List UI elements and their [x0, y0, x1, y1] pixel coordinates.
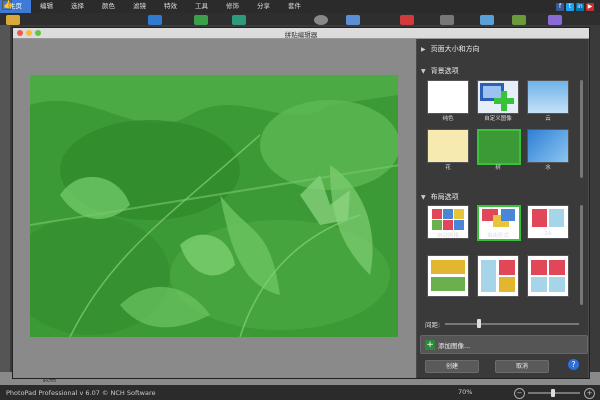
layout-preview	[431, 260, 465, 291]
zoom-out-button[interactable]: −	[514, 388, 525, 399]
bg-option-label: 水	[545, 165, 551, 171]
section-layout-label: 布局选项	[430, 193, 459, 201]
dialog-titlebar: 拼贴编辑器	[13, 28, 589, 39]
tab-share[interactable]: 分享	[248, 0, 279, 13]
tab-suite[interactable]: 套件	[279, 0, 310, 13]
crop-icon[interactable]	[148, 15, 162, 25]
section-background[interactable]: ▼ 背景选项	[421, 66, 459, 76]
layout-thumb-6	[527, 255, 569, 297]
collage-canvas-area	[13, 39, 416, 378]
tab-retouch[interactable]: 修饰	[217, 0, 248, 13]
tab-select[interactable]: 选择	[62, 0, 93, 13]
section-page-size-label: 页面大小和方向	[430, 45, 480, 53]
bg-option-label: 花	[445, 165, 451, 171]
layout-thumb-5	[477, 255, 519, 297]
main-toolbar	[0, 13, 600, 25]
section-layout[interactable]: ▼ 布局选项	[421, 192, 459, 202]
collage-photo[interactable]	[30, 75, 398, 337]
background-options-grid: 纯色 自定义图像 云 花 树 水	[425, 80, 573, 180]
bg-thumb-cloud	[527, 80, 569, 114]
collage-options-panel: ▶ 页面大小和方向 ▼ 背景选项 纯色 自定义图像 云 花 树 水 ▼ 布局选项…	[417, 39, 588, 378]
bg-thumb-water	[527, 129, 569, 163]
add-image-icon: +	[425, 339, 435, 350]
zoom-slider-handle[interactable]	[551, 389, 555, 397]
bg-thumb-custom	[477, 80, 519, 114]
thumbs-up-icon[interactable]: 👍	[2, 0, 13, 10]
chevron-down-icon: ▼	[421, 67, 426, 75]
tab-tools[interactable]: 工具	[186, 0, 217, 13]
bg-option-label: 纯色	[442, 116, 454, 122]
app-side-panel	[0, 25, 10, 385]
cancel-button[interactable]: 取消	[495, 360, 549, 373]
spacing-slider-handle[interactable]	[477, 319, 481, 328]
facebook-icon[interactable]: f	[556, 2, 564, 11]
zoom-in-button[interactable]: +	[584, 388, 595, 399]
camera-icon[interactable]	[314, 15, 328, 25]
tab-color[interactable]: 颜色	[93, 0, 124, 13]
effects-icon[interactable]	[512, 15, 526, 25]
text-icon[interactable]	[440, 15, 454, 25]
layout-preview	[481, 260, 515, 292]
social-links: 👍 f t in ▶	[2, 0, 600, 11]
spacing-label: 间距:	[425, 321, 441, 329]
main-menubar: 主页 编辑 选择 颜色 滤镜 特效 工具 修饰 分享 套件 👍 f t in ▶	[0, 0, 600, 13]
leaf-background-image	[30, 75, 398, 337]
youtube-icon[interactable]: ▶	[586, 2, 594, 11]
add-image-label: 添加图像...	[438, 341, 471, 350]
layout-scrollbar[interactable]	[580, 205, 583, 305]
folder-icon[interactable]	[6, 15, 20, 25]
bg-thumb-leaf	[477, 129, 521, 165]
bg-option-label: 自定义图像	[484, 116, 512, 122]
suite-icon[interactable]	[548, 15, 562, 25]
frame-icon[interactable]	[480, 15, 494, 25]
twitter-icon[interactable]: t	[566, 2, 574, 11]
chevron-down-icon: ▼	[421, 193, 426, 201]
section-page-size[interactable]: ▶ 页面大小和方向	[421, 44, 480, 54]
collage-editor-dialog: 拼贴编辑器 ▶ 页面大小和方向 ▼ 背景选项 纯色 自定义图像 云 花 树 水 …	[12, 27, 590, 379]
bg-thumb-flower	[427, 129, 469, 163]
add-image-icon	[480, 83, 514, 111]
bg-option-label: 树	[495, 165, 501, 171]
background-scrollbar[interactable]	[580, 80, 583, 178]
status-bar: PhotoPad Professional v 6.07 © NCH Softw…	[0, 385, 600, 400]
zoom-level: 70%	[458, 388, 473, 396]
layout-option-label: 自动网格	[436, 233, 459, 239]
chevron-right-icon: ▶	[421, 45, 426, 53]
layout-preview	[531, 260, 565, 292]
layout-thumb-4	[427, 255, 469, 297]
tab-edit[interactable]: 编辑	[31, 0, 62, 13]
bg-thumb-solid	[427, 80, 469, 114]
add-image-button[interactable]: + 添加图像...	[420, 335, 588, 354]
brush-icon[interactable]	[232, 15, 246, 25]
dialog-title: 拼贴编辑器	[284, 31, 318, 39]
layout-options-grid: 自动网格 自由形式 2A	[425, 205, 573, 309]
create-button[interactable]: 创建	[425, 360, 479, 373]
version-text: PhotoPad Professional v 6.07 © NCH Softw…	[6, 388, 156, 397]
spacing-slider-track[interactable]	[445, 323, 579, 325]
tab-filters[interactable]: 滤镜	[124, 0, 155, 13]
section-background-label: 背景选项	[430, 67, 459, 75]
bg-option-label: 云	[545, 116, 551, 122]
linkedin-icon[interactable]: in	[576, 2, 584, 11]
layout-option-label: 自由形式	[486, 233, 509, 239]
layout-option-label: 2A	[544, 231, 552, 237]
image-icon[interactable]	[346, 15, 360, 25]
rotate-icon[interactable]	[194, 15, 208, 25]
collage-icon[interactable]	[400, 15, 414, 25]
help-button[interactable]: ?	[568, 359, 579, 370]
tab-effects[interactable]: 特效	[155, 0, 186, 13]
